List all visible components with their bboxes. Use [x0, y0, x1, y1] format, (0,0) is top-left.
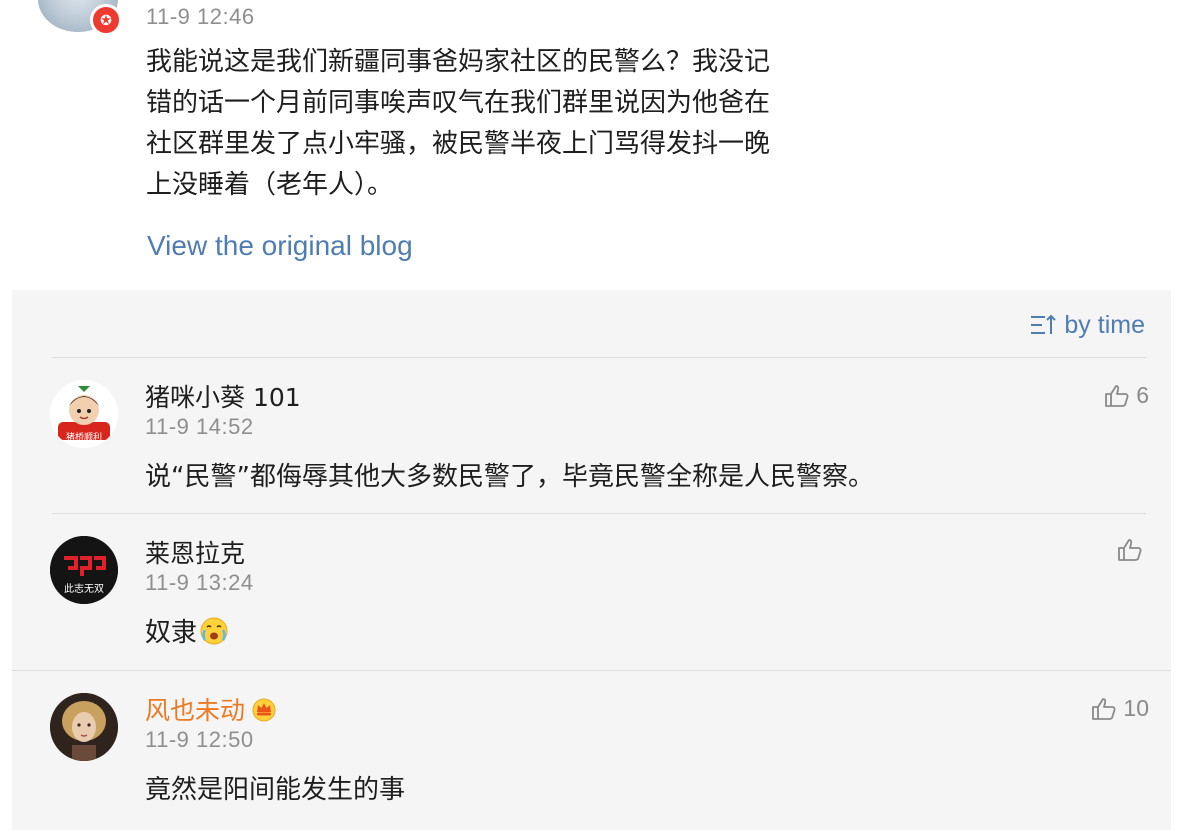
- thumbs-up-icon: [1105, 384, 1129, 407]
- comment-item: 猪桥顺利 猪咪小葵 101 11-9 14:52 说“民警”都侮辱其他大多数民警…: [12, 358, 1171, 513]
- crying-face-emoji-icon: [200, 617, 228, 645]
- commenter-username-row: 风也未动: [145, 691, 277, 727]
- commenter-username[interactable]: 风也未动: [145, 696, 245, 725]
- like-button[interactable]: 10: [1091, 695, 1149, 722]
- like-count: 6: [1136, 382, 1149, 408]
- comment-timestamp: 11-9 13:24: [145, 570, 254, 595]
- commenter-avatar[interactable]: 此志无双: [50, 536, 118, 604]
- comment-text: 说“民警”都侮辱其他大多数民警了，毕竟民警全称是人民警察。: [145, 462, 874, 492]
- post-body-line: 错的话一个月前同事唉声叹气在我们群里说因为他爸在: [146, 88, 771, 118]
- sort-icon: [1031, 314, 1057, 334]
- post-timestamp: 11-9 12:46: [146, 4, 255, 29]
- sort-by-time-button[interactable]: by time: [1030, 310, 1145, 340]
- verified-badge-icon: ✪: [90, 4, 122, 36]
- avatar-caption: 此志无双: [64, 584, 104, 595]
- like-count: 10: [1123, 695, 1149, 721]
- post-body: 我能说这是我们新疆同事爸妈家社区的民警么？我没记 错的话一个月前同事唉声叹气在我…: [146, 42, 846, 206]
- comment-text: 奴隶: [145, 618, 198, 648]
- comment-item: 风也未动 11-9 12:50 竟然是阳间能发生的事 10: [12, 671, 1171, 830]
- sort-label: by time: [1064, 310, 1145, 339]
- comment-text-row: 奴隶: [145, 612, 229, 649]
- commenter-avatar[interactable]: 猪桥顺利: [50, 380, 118, 448]
- comments-panel: by time 猪桥顺利 猪咪小葵 101 11-9 14:52 说“民警”都侮…: [12, 290, 1171, 830]
- thumbs-up-icon: [1092, 697, 1116, 720]
- post-author-avatar[interactable]: ✪: [38, 0, 122, 36]
- portrait-avatar-icon: [50, 693, 118, 761]
- comment-timestamp: 11-9 12:50: [145, 727, 254, 752]
- view-original-blog-link[interactable]: View the original blog: [147, 230, 413, 262]
- weibo-comment-page: ✪ 11-9 12:46 我能说这是我们新疆同事爸妈家社区的民警么？我没记 错的…: [0, 0, 1200, 830]
- avatar-caption: 猪桥顺利: [65, 433, 102, 443]
- post-body-line: 我能说这是我们新疆同事爸妈家社区的民警么？我没记: [146, 47, 771, 77]
- commenter-username[interactable]: 莱恩拉克: [145, 534, 245, 570]
- thumbs-up-icon: [1118, 539, 1142, 561]
- comment-text: 竟然是阳间能发生的事: [145, 775, 406, 805]
- comment-item: 此志无双 莱恩拉克 11-9 13:24 奴隶: [12, 514, 1171, 670]
- post-body-line: 社区群里发了点小牢骚，被民警半夜上门骂得发抖一晚: [146, 129, 771, 159]
- comment-timestamp: 11-9 14:52: [145, 414, 254, 439]
- commenter-avatar[interactable]: [50, 693, 118, 761]
- like-button[interactable]: [1117, 538, 1149, 562]
- crown-icon: [252, 698, 276, 722]
- post-body-line: 上没睡着（老年人）。: [146, 170, 394, 200]
- like-button[interactable]: 6: [1104, 382, 1149, 409]
- original-post: ✪ 11-9 12:46 我能说这是我们新疆同事爸妈家社区的民警么？我没记 错的…: [0, 0, 1200, 290]
- commenter-username[interactable]: 猪咪小葵 101: [145, 378, 301, 414]
